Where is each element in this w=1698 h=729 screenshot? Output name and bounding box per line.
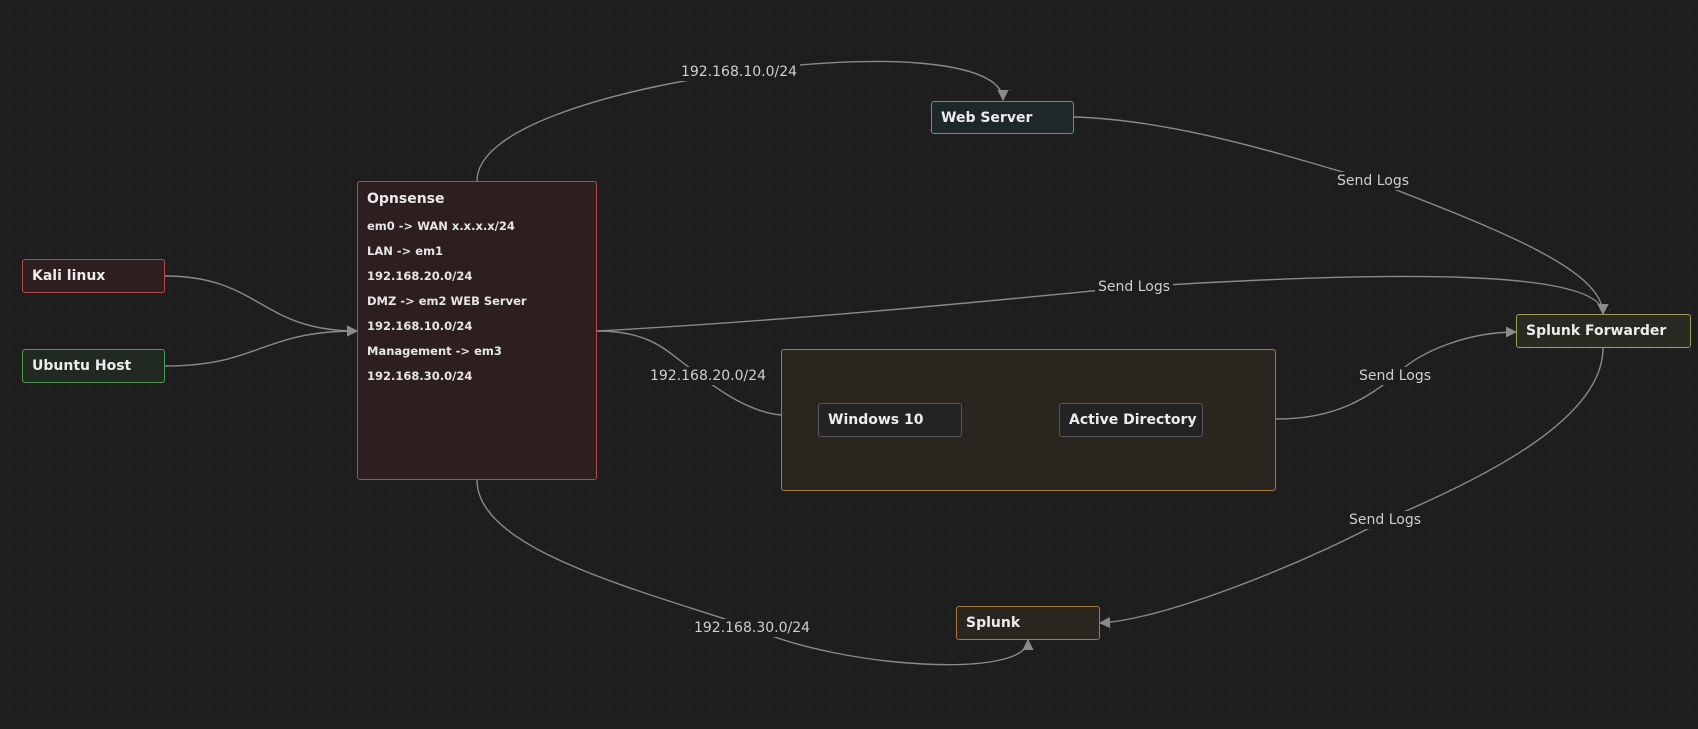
splunk-forwarder-label: Splunk Forwarder [1526,323,1667,339]
kali-linux-label: Kali linux [32,268,106,284]
ubuntu-host-node[interactable]: Ubuntu Host [22,349,165,383]
windows-10-label: Windows 10 [828,412,924,428]
edge-label-forwarder-send-logs: Send Logs [1345,511,1425,529]
splunk-label: Splunk [966,615,1021,631]
opnsense-title: Opnsense [367,191,445,207]
opnsense-node[interactable]: Opnsense em0 -> WAN x.x.x.x/24 LAN -> em… [357,181,597,480]
opnsense-line-management: Management -> em3 [367,344,502,358]
edge-label-dmz-subnet: 192.168.10.0/24 [677,63,801,81]
active-directory-label: Active Directory [1069,412,1197,428]
windows-10-node[interactable]: Windows 10 [818,403,962,437]
opnsense-line-management-subnet: 192.168.30.0/24 [367,369,473,383]
splunk-forwarder-node[interactable]: Splunk Forwarder [1516,314,1691,348]
web-server-label: Web Server [941,109,1033,126]
edge-label-opnsense-send-logs: Send Logs [1094,278,1174,296]
active-directory-node[interactable]: Active Directory [1059,403,1203,437]
edge-kali-to-opnsense [164,275,359,337]
ubuntu-host-label: Ubuntu Host [32,358,132,374]
splunk-node[interactable]: Splunk [956,606,1100,640]
opnsense-line-dmz: DMZ -> em2 WEB Server [367,294,527,308]
opnsense-line-lan: LAN -> em1 [367,244,444,258]
opnsense-line-dmz-subnet: 192.168.10.0/24 [367,319,473,333]
edge-label-lan-subnet: 192.168.20.0/24 [646,367,770,385]
edge-label-lan-send-logs: Send Logs [1355,367,1435,385]
edge-ubuntu-to-opnsense [164,325,359,367]
kali-linux-node[interactable]: Kali linux [22,259,165,293]
opnsense-line-lan-subnet: 192.168.20.0/24 [367,269,473,283]
web-server-node[interactable]: Web Server [931,101,1074,134]
edge-label-management-subnet: 192.168.30.0/24 [690,619,814,637]
edge-label-web-send-logs: Send Logs [1333,172,1413,190]
opnsense-line-wan: em0 -> WAN x.x.x.x/24 [367,219,515,233]
